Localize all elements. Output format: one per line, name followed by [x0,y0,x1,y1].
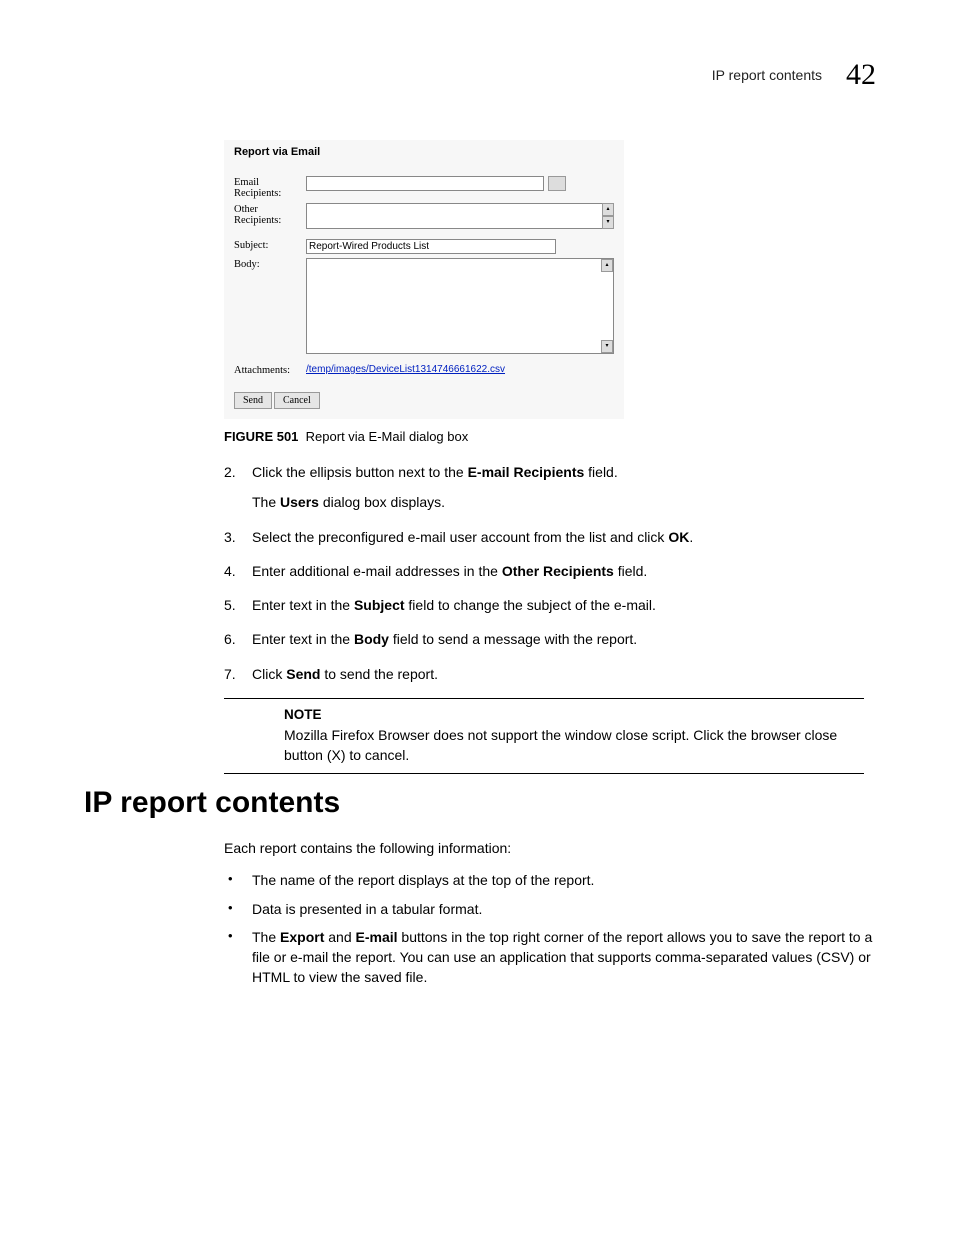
subject-input[interactable] [306,239,556,254]
steps-list: 2. Click the ellipsis button next to the… [224,462,864,684]
figure-label: FIGURE 501 [224,429,298,444]
step-body: Click the ellipsis button next to the E-… [252,462,864,513]
figure-text: Report via E-Mail dialog box [306,429,469,444]
bullet-body: The Export and E-mail buttons in the top… [252,927,874,988]
email-recipients-label: Email Recipients: [234,176,306,199]
other-recipients-row: Other Recipients: ▴ ▾ [234,203,614,229]
body-row: Body: ▴ ▾ [234,258,614,354]
scroll-up-icon[interactable]: ▴ [601,259,613,272]
section-body: Each report contains the following infor… [224,838,874,996]
spinner-down-icon[interactable]: ▾ [602,216,614,229]
attachments-row: Attachments: /temp/images/DeviceList1314… [234,364,614,376]
step-body: Click Send to send the report. [252,664,864,684]
step-body: Enter text in the Body field to send a m… [252,629,864,649]
body-textarea[interactable]: ▴ ▾ [306,258,614,354]
note-text: Mozilla Firefox Browser does not support… [284,725,864,766]
dialog-title: Report via Email [234,146,614,158]
step-sub: The Users dialog box displays. [252,492,864,512]
report-via-email-dialog: Report via Email Email Recipients: Other… [224,140,624,419]
body-label: Body: [234,258,306,270]
scroll-down-icon[interactable]: ▾ [601,340,613,353]
main-column: Report via Email Email Recipients: Other… [224,140,864,774]
bullet-item: • Data is presented in a tabular format. [224,899,874,919]
note-box: NOTE Mozilla Firefox Browser does not su… [224,698,864,774]
bullet-body: Data is presented in a tabular format. [252,899,874,919]
step-item: 3. Select the preconfigured e-mail user … [224,527,864,547]
bullet-body: The name of the report displays at the t… [252,870,874,890]
bullet-icon: • [224,927,252,988]
section-intro: Each report contains the following infor… [224,838,874,858]
step-item: 7. Click Send to send the report. [224,664,864,684]
bullet-item: • The name of the report displays at the… [224,870,874,890]
figure-caption: FIGURE 501 Report via E-Mail dialog box [224,429,864,444]
subject-row: Subject: [234,239,614,254]
step-item: 4. Enter additional e-mail addresses in … [224,561,864,581]
header-title: IP report contents [712,67,822,83]
spinner-up-icon[interactable]: ▴ [602,203,614,216]
step-number: 6. [224,629,252,649]
other-recipients-input[interactable]: ▴ ▾ [306,203,614,229]
bullet-icon: • [224,870,252,890]
step-number: 3. [224,527,252,547]
step-number: 2. [224,462,252,513]
step-number: 5. [224,595,252,615]
dialog-button-row: Send Cancel [234,392,614,409]
step-number: 7. [224,664,252,684]
attachment-link[interactable]: /temp/images/DeviceList1314746661622.csv [306,364,505,375]
send-button[interactable]: Send [234,392,272,409]
section-heading: IP report contents [84,786,340,820]
other-recipients-label: Other Recipients: [234,203,306,226]
page-header: IP report contents 42 [712,58,876,92]
step-body: Select the preconfigured e-mail user acc… [252,527,864,547]
cancel-button[interactable]: Cancel [274,392,320,409]
step-item: 2. Click the ellipsis button next to the… [224,462,864,513]
step-item: 6. Enter text in the Body field to send … [224,629,864,649]
step-body: Enter additional e-mail addresses in the… [252,561,864,581]
step-number: 4. [224,561,252,581]
email-recipients-row: Email Recipients: [234,176,614,199]
bullet-icon: • [224,899,252,919]
email-recipients-input[interactable] [306,176,544,191]
attachments-label: Attachments: [234,364,306,376]
bullet-list: • The name of the report displays at the… [224,870,874,987]
note-label: NOTE [284,705,864,725]
step-body: Enter text in the Subject field to chang… [252,595,864,615]
bullet-item: • The Export and E-mail buttons in the t… [224,927,874,988]
chapter-number: 42 [846,58,876,92]
subject-label: Subject: [234,239,306,251]
step-item: 5. Enter text in the Subject field to ch… [224,595,864,615]
ellipsis-button[interactable] [548,176,566,191]
